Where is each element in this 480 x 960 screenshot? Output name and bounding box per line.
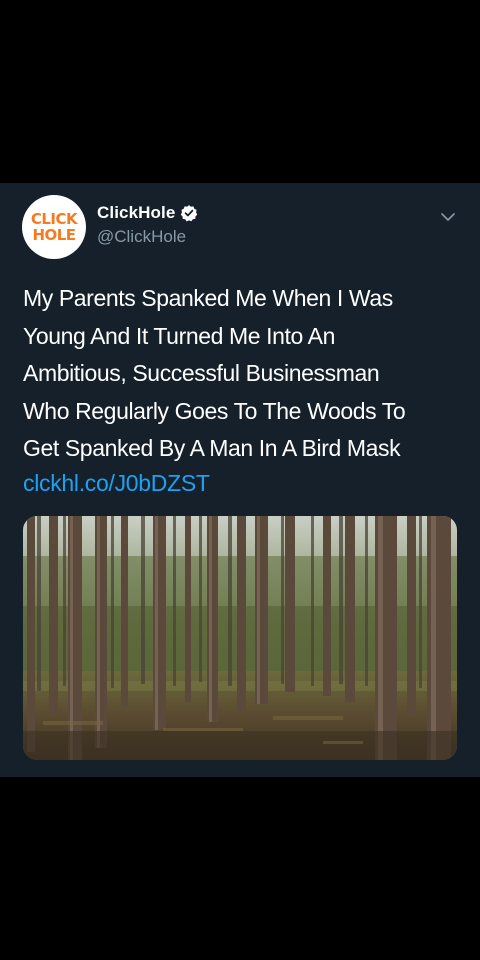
chevron-down-icon (441, 213, 455, 221)
tweet-card[interactable]: CLICK HOLE ClickHole @ClickHole My Paren… (0, 183, 480, 777)
tweet-menu-button[interactable] (434, 203, 462, 231)
tweet-media-photo[interactable] (23, 516, 457, 760)
avatar-logo-line-1: CLICK (30, 209, 78, 228)
tweet-text-line: Ambitious, Successful Businessman (23, 360, 380, 386)
tweet-text-line: My Parents Spanked Me When I Was (23, 285, 393, 311)
tweet-text-line: Young And It Turned Me Into An (23, 322, 335, 349)
avatar-logo-line-2: HOLE (32, 225, 76, 244)
tweet-text-line: Who Regularly Goes To The Woods To (23, 397, 406, 424)
author-info: ClickHole @ClickHole (97, 203, 198, 247)
tweet-text: My Parents Spanked Me When I Was Young A… (23, 280, 463, 468)
author-handle[interactable]: @ClickHole (97, 227, 198, 247)
tweet-link[interactable]: clckhl.co/J0bDZST (23, 470, 210, 497)
verified-badge-icon (180, 204, 198, 222)
avatar[interactable]: CLICK HOLE (22, 195, 86, 259)
forest-photo-icon (23, 516, 457, 760)
author-display-name[interactable]: ClickHole (97, 203, 175, 223)
screen: CLICK HOLE ClickHole @ClickHole My Paren… (0, 0, 480, 960)
author-name-row: ClickHole (97, 203, 198, 223)
tweet-text-line: Get Spanked By A Man In A Bird Mask (23, 435, 401, 461)
